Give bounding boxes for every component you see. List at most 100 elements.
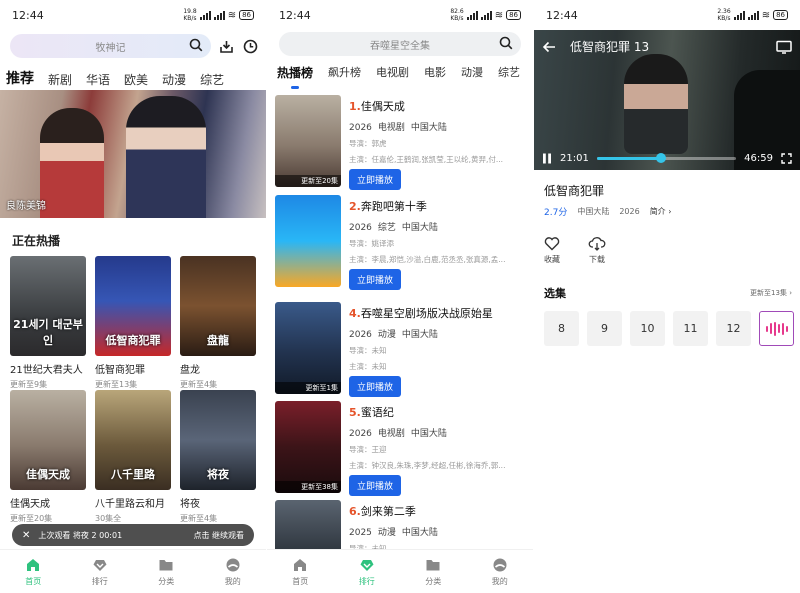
nav-ranking[interactable]: 排行: [67, 550, 134, 593]
ranking-cast: 主演：未知: [349, 362, 387, 371]
show-card[interactable]: 佳偶天成 佳偶天成 更新至20集: [10, 390, 86, 524]
tab-hot[interactable]: 热播榜: [277, 64, 313, 89]
video-player[interactable]: 低智商犯罪 13 21:01 46:59: [534, 30, 800, 170]
status-bar: 12:44 2.36 KB/s ≋ 86: [534, 0, 800, 30]
ranking-cast: 主演：钟汉良,朱珠,李梦,经超,任彬,徐海乔,郭...: [349, 461, 506, 470]
cast-screen-icon[interactable]: [776, 40, 792, 54]
resume-toast[interactable]: ✕ 上次观看 将夜 2 00:01 点击 继续观看: [12, 524, 254, 546]
episodes-update-link[interactable]: 更新至13集 ›: [750, 288, 792, 298]
show-update: 30集全: [95, 514, 122, 523]
episode-button[interactable]: 12: [716, 311, 751, 346]
show-title: 佳偶天成: [10, 499, 50, 510]
close-icon[interactable]: ✕: [22, 530, 30, 541]
bottom-nav: 首页 排行 分类 我的: [0, 549, 266, 593]
signal-icon: [747, 10, 759, 20]
nav-ranking[interactable]: 排行: [334, 550, 401, 593]
tab-rising[interactable]: 飙升榜: [328, 64, 361, 80]
section-title: 正在热播: [12, 234, 61, 248]
show-update: 更新至13集: [95, 380, 138, 389]
show-card[interactable]: 将夜 将夜 更新至4集: [180, 390, 256, 524]
play-now-button[interactable]: 立即播放: [349, 376, 402, 397]
bottom-nav: 首页 排行 分类 我的: [267, 549, 533, 593]
category-tabs: 推荐 新剧 华语 欧美 动漫 综艺: [0, 60, 266, 88]
nav-category[interactable]: 分类: [400, 550, 467, 593]
current-episode-button[interactable]: [759, 311, 794, 346]
play-now-button[interactable]: 立即播放: [349, 269, 402, 290]
pause-icon[interactable]: [542, 153, 552, 164]
ranking-item[interactable]: 更新至20集 1.佳偶天成 2026 电视剧 中国大陆 导演：郭虎 主演：任嘉伦,王…: [275, 95, 527, 190]
nav-home[interactable]: 首页: [267, 550, 334, 593]
profile-icon: [493, 558, 507, 571]
tab-variety[interactable]: 综艺: [498, 64, 520, 80]
show-poster: 将夜: [180, 390, 256, 490]
tab-movie[interactable]: 电影: [424, 64, 446, 80]
favorite-button[interactable]: 收藏: [544, 236, 560, 265]
search-input[interactable]: 牧神记: [10, 34, 211, 58]
nav-home[interactable]: 首页: [0, 550, 67, 593]
signal-icon: [199, 10, 211, 20]
episode-button[interactable]: 11: [673, 311, 708, 346]
wifi-icon: ≋: [761, 9, 771, 21]
show-update: 更新至4集: [180, 380, 218, 389]
show-card[interactable]: 21세기 대군부인 21世纪大君夫人 更新至9集: [10, 256, 86, 390]
tab-anime[interactable]: 动漫: [162, 71, 186, 88]
tab-recommend[interactable]: 推荐: [6, 68, 34, 88]
featured-banner[interactable]: 良陈美锦: [0, 90, 266, 218]
show-update: 更新至20集: [10, 514, 53, 523]
ranking-item[interactable]: 更新至38集 5.蜜语纪 2026 电视剧 中国大陆 导演：王迎 主演：钟汉良,朱珠…: [275, 401, 527, 496]
download-button[interactable]: 下载: [588, 236, 606, 265]
back-arrow-icon[interactable]: [542, 40, 556, 54]
ranking-meta: 2026 电视剧 中国大陆: [349, 429, 447, 439]
progress-bar[interactable]: [596, 153, 737, 163]
search-icon[interactable]: [189, 38, 203, 52]
battery-icon: 86: [773, 10, 788, 20]
nav-profile[interactable]: 我的: [467, 550, 534, 593]
fullscreen-icon[interactable]: [781, 153, 792, 164]
show-card[interactable]: 八千里路 八千里路云和月 30集全: [95, 390, 171, 524]
show-card[interactable]: 盘龍 盘龙 更新至4集: [180, 256, 256, 390]
episode-button[interactable]: 8: [544, 311, 579, 346]
ranking-title: 4.吞噬星空剧场版决战原始星: [349, 307, 493, 320]
tab-new[interactable]: 新剧: [48, 71, 72, 88]
progress-knob[interactable]: [655, 153, 666, 163]
time-current: 21:01: [560, 153, 589, 164]
tab-tv[interactable]: 电视剧: [376, 64, 409, 80]
region: 中国大陆: [577, 207, 610, 216]
play-now-button[interactable]: 立即播放: [349, 169, 402, 190]
nav-profile[interactable]: 我的: [200, 550, 267, 593]
status-time: 12:44: [12, 8, 44, 22]
ranking-title: 1.佳偶天成: [349, 100, 405, 113]
resume-button[interactable]: 点击 继续观看: [193, 530, 244, 541]
tab-western[interactable]: 欧美: [124, 71, 148, 88]
ranking-director: 导演：王迎: [349, 445, 387, 454]
signal-icon: [466, 10, 478, 20]
ranking-tabs: 热播榜 飙升榜 电视剧 电影 动漫 综艺: [267, 56, 533, 89]
show-card[interactable]: 低智商犯罪 低智商犯罪 更新至13集: [95, 256, 171, 390]
show-poster: 佳偶天成: [10, 390, 86, 490]
battery-icon: 86: [506, 10, 521, 20]
home-icon: [27, 558, 40, 571]
ranking-item[interactable]: 2.奔跑吧第十季 2026 综艺 中国大陆 导演：姚译添 主演：李晨,郑恺,沙溢,白…: [275, 195, 527, 290]
ranking-poster: 更新至1集: [275, 302, 341, 394]
year: 2026: [619, 207, 640, 216]
ranking-cast: 主演：李晨,郑恺,沙溢,白鹿,范丞丞,张真源,孟...: [349, 255, 506, 264]
episode-button[interactable]: 10: [630, 311, 665, 346]
nav-category[interactable]: 分类: [133, 550, 200, 593]
history-icon[interactable]: [243, 39, 258, 54]
show-title: 低智商犯罪: [95, 365, 145, 376]
episode-button[interactable]: 9: [587, 311, 622, 346]
ranking-director: 导演：姚译添: [349, 239, 394, 248]
download-icon[interactable]: [219, 39, 234, 54]
play-now-button[interactable]: 立即播放: [349, 475, 402, 496]
tab-variety[interactable]: 综艺: [200, 71, 224, 88]
cloud-download-icon: [588, 237, 606, 251]
ranking-cast: 主演：任嘉伦,王鹤润,张凯莹,王以纶,黄羿,付...: [349, 155, 504, 164]
intro-link[interactable]: 简介 ›: [650, 206, 672, 217]
tab-anime[interactable]: 动漫: [461, 64, 483, 80]
search-input[interactable]: 吞噬星空全集: [279, 32, 521, 56]
ranking-item[interactable]: 更新至1集 4.吞噬星空剧场版决战原始星 2026 动漫 中国大陆 导演：未知 主演…: [275, 302, 527, 397]
search-icon[interactable]: [499, 36, 513, 50]
tab-chinese[interactable]: 华语: [86, 71, 110, 88]
show-title: 盘龙: [180, 365, 200, 376]
wifi-icon: ≋: [227, 9, 237, 21]
